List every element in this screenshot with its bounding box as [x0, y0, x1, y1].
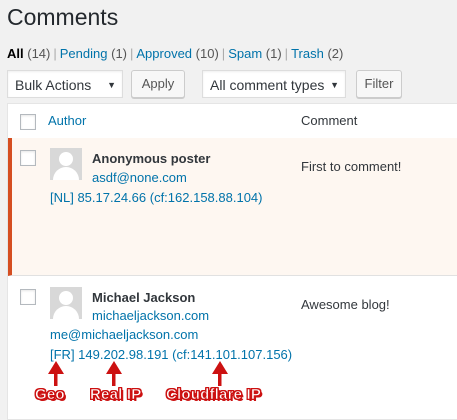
cloudflare-ip-annotation: Cloudflare IP	[166, 386, 262, 404]
select-all-checkbox[interactable]	[20, 114, 36, 130]
filter-spam[interactable]: Spam (1)	[228, 46, 281, 61]
filter-all[interactable]: All (14)	[7, 46, 50, 61]
filter-approved-link[interactable]: Approved	[136, 46, 192, 61]
author-column-header[interactable]: Author	[48, 113, 86, 128]
filter-separator: |	[53, 46, 57, 61]
filter-approved-count: (10)	[195, 46, 219, 61]
filter-separator: |	[284, 46, 289, 61]
filter-pending-link[interactable]: Pending	[60, 46, 108, 61]
author-ip-link[interactable]: [FR] 149.202.98.191 (cf:141.101.107.156)	[50, 347, 292, 362]
comment-column-header: Comment	[301, 113, 358, 128]
row-checkbox[interactable]	[20, 289, 36, 305]
comment-text: First to comment!	[301, 159, 402, 174]
filter-spam-link[interactable]: Spam	[228, 46, 262, 61]
comment-type-value: All comment types	[210, 77, 325, 93]
geo-annotation: Geo	[35, 386, 65, 404]
filter-approved[interactable]: Approved (10)	[136, 46, 218, 61]
author-name: Michael Jackson	[92, 290, 196, 305]
filter-all-link[interactable]: All	[7, 46, 24, 61]
row-checkbox[interactable]	[20, 150, 36, 166]
author-email-link[interactable]: asdf@none.com	[92, 170, 187, 185]
comment-type-select[interactable]: All comment types ▼	[202, 70, 346, 98]
table-header: Author Comment	[8, 104, 457, 139]
author-url-link[interactable]: michaeljackson.com	[92, 308, 209, 323]
apply-button[interactable]: Apply	[131, 70, 185, 98]
page-title: Comments	[7, 4, 119, 30]
table-row: Anonymous poster asdf@none.com [NL] 85.1…	[8, 138, 457, 276]
avatar-icon	[50, 148, 82, 180]
filter-pending-count: (1)	[111, 46, 127, 61]
filter-trash[interactable]: Trash (2)	[291, 46, 343, 61]
author-ip-link[interactable]: [NL] 85.17.24.66 (cf:162.158.88.104)	[50, 190, 263, 205]
avatar-icon	[50, 287, 82, 319]
comment-text: Awesome blog!	[301, 297, 390, 312]
filter-separator: |	[221, 46, 226, 61]
bulk-actions-select[interactable]: Bulk Actions ▼	[7, 70, 123, 98]
filter-trash-link[interactable]: Trash	[291, 46, 324, 61]
author-email-link[interactable]: me@michaeljackson.com	[50, 327, 198, 342]
filter-all-count: (14)	[27, 46, 51, 61]
filter-separator: |	[130, 46, 134, 61]
filter-pending[interactable]: Pending (1)	[60, 46, 127, 61]
bulk-actions-value: Bulk Actions	[15, 77, 92, 93]
status-filter-links: All (14) | Pending (1) | Approved (10) | Spam …	[7, 46, 343, 61]
filter-spam-count: (1)	[265, 46, 282, 61]
chevron-down-icon: ▼	[330, 80, 339, 90]
filter-trash-count: (2)	[327, 46, 344, 61]
real-ip-annotation: Real IP	[90, 386, 142, 404]
chevron-down-icon: ▼	[107, 80, 116, 90]
filter-button[interactable]: Filter	[356, 70, 402, 98]
table-nav-toolbar: Bulk Actions ▼ Apply All comment types ▼…	[7, 70, 457, 100]
comments-table: Author Comment Anonymous poster asdf@non…	[7, 103, 457, 420]
author-name: Anonymous poster	[92, 151, 211, 166]
